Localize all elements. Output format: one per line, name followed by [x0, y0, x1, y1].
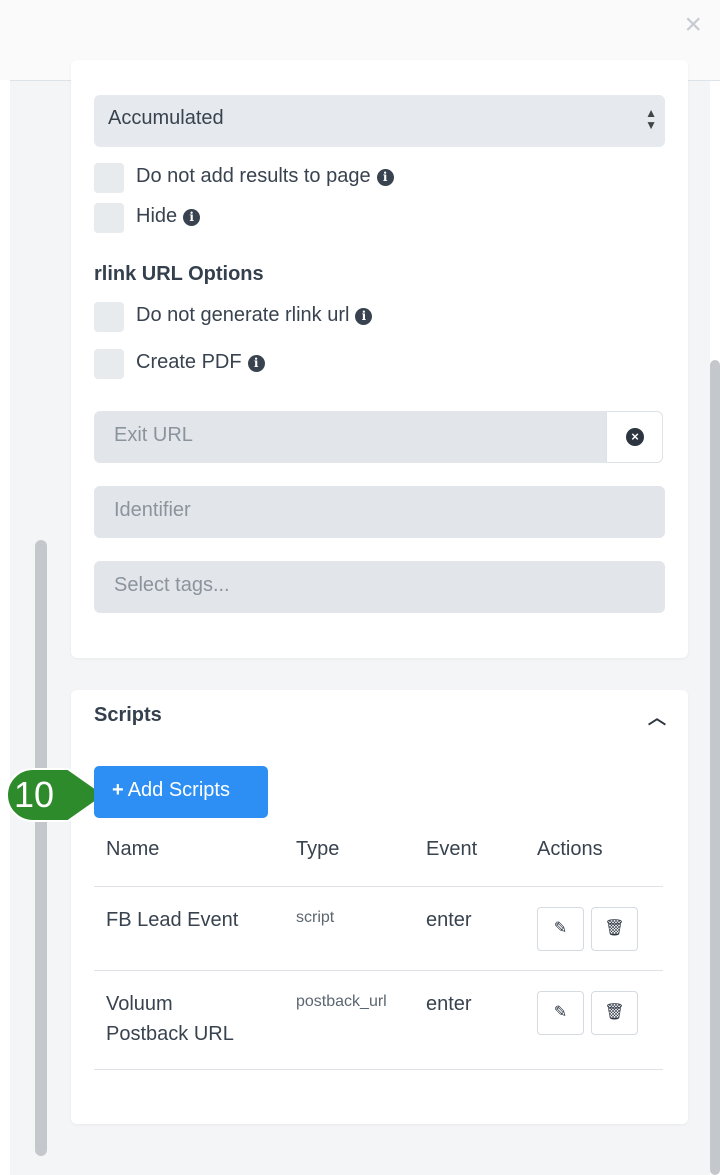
trash-icon: 🗑 [604, 920, 625, 937]
left-scrollbar[interactable] [35, 540, 47, 1156]
pencil-icon: ✎ [553, 1004, 568, 1021]
select-arrows-icon: ▲ ▼ [645, 106, 657, 132]
table-divider [94, 1069, 663, 1070]
add-scripts-button[interactable]: + Add Scripts [94, 766, 268, 818]
info-icon[interactable]: i [355, 308, 373, 325]
column-header-event: Event [426, 838, 478, 860]
close-icon[interactable]: × [684, 8, 702, 42]
script-event: enter [426, 993, 472, 1015]
info-icon[interactable]: i [376, 169, 394, 186]
right-scrollbar[interactable] [710, 360, 720, 1175]
chevron-up-icon[interactable]: ︿ [648, 704, 666, 730]
clear-icon: × [626, 428, 644, 446]
left-edge [0, 80, 10, 1175]
info-icon[interactable]: i [247, 355, 265, 372]
column-header-type: Type [296, 838, 340, 860]
checkbox-label: Do not generate rlink url [136, 304, 350, 326]
delete-button[interactable]: 🗑 [591, 991, 638, 1035]
add-scripts-label: Add Scripts [127, 779, 230, 801]
info-icon[interactable]: i [183, 209, 201, 226]
checkbox-label: Hide [136, 205, 178, 227]
scripts-title: Scripts [94, 704, 162, 726]
delete-button[interactable]: 🗑 [591, 907, 638, 951]
script-name: FB Lead Event [106, 909, 239, 931]
trash-icon: 🗑 [604, 1004, 625, 1021]
tags-select[interactable]: Select tags... [94, 561, 665, 613]
checkbox[interactable] [94, 163, 124, 193]
script-name-line2: Postback URL [106, 1023, 234, 1045]
script-name: Voluum [106, 993, 173, 1015]
checkbox-label: Create PDF [136, 351, 242, 373]
edit-button[interactable]: ✎ [537, 907, 584, 951]
clear-exit-url-button[interactable]: × [606, 411, 663, 463]
script-type: script [296, 909, 335, 926]
checkbox[interactable] [94, 349, 124, 379]
checkbox[interactable] [94, 302, 124, 332]
script-type: postback_url [296, 993, 387, 1010]
table-divider [94, 970, 663, 971]
display-mode-select[interactable]: Accumulated ▲ ▼ [94, 95, 665, 147]
step-number-badge: 10 [13, 774, 55, 815]
exit-url-input[interactable]: Exit URL [94, 411, 606, 463]
script-event: enter [426, 909, 472, 931]
column-header-name: Name [106, 838, 160, 860]
pencil-icon: ✎ [553, 920, 568, 937]
select-value: Accumulated [108, 107, 224, 129]
table-divider [94, 886, 663, 887]
checkbox[interactable] [94, 203, 124, 233]
edit-button[interactable]: ✎ [537, 991, 584, 1035]
column-header-actions: Actions [537, 838, 603, 860]
identifier-input[interactable]: Identifier [94, 486, 665, 538]
plus-icon: + [112, 779, 124, 801]
rlink-options-title: rlink URL Options [94, 263, 264, 285]
checkbox-label: Do not add results to page [136, 165, 371, 187]
